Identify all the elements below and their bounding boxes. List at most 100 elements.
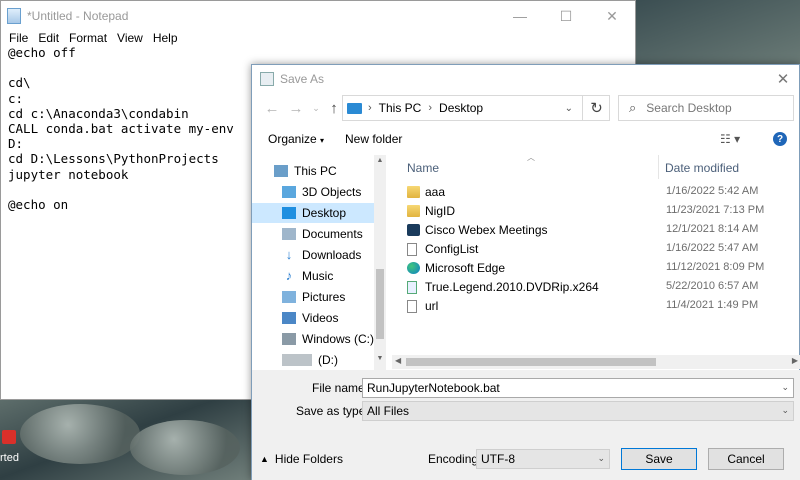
menu-help[interactable]: Help	[153, 31, 178, 45]
save-as-type-value: All Files	[367, 404, 410, 418]
file-date: 5/22/2010 6:57 AM	[666, 280, 759, 292]
chevron-down-icon[interactable]: ⌄	[781, 405, 789, 416]
dialog-titlebar[interactable]: Save As	[252, 65, 799, 93]
scroll-left-icon[interactable]: ◀	[395, 356, 401, 365]
address-bar[interactable]: › This PC › Desktop ⌄	[342, 95, 610, 121]
tree-item-videos[interactable]: Videos	[252, 308, 374, 328]
column-header-name[interactable]: Name	[407, 161, 439, 175]
save-button[interactable]: Save	[621, 448, 697, 470]
column-header-date-modified[interactable]: Date modified	[665, 161, 739, 175]
list-item[interactable]: NigID 11/23/2021 7:13 PM	[407, 202, 797, 221]
scrollbar-thumb[interactable]	[406, 358, 656, 366]
tree-item-label: Downloads	[302, 248, 362, 262]
breadcrumb-desktop[interactable]: Desktop	[439, 101, 483, 115]
menu-format[interactable]: Format	[69, 31, 107, 45]
save-options-panel: File name: RunJupyterNotebook.bat ⌄ Save…	[252, 370, 800, 480]
drive-icon	[282, 333, 296, 345]
chevron-right-icon[interactable]: ›	[428, 102, 432, 114]
organize-button[interactable]: Organize ▾	[268, 132, 324, 146]
file-name-input[interactable]: RunJupyterNotebook.bat ⌄	[362, 378, 794, 398]
tree-item-3d-objects[interactable]: 3D Objects	[252, 182, 374, 202]
list-item[interactable]: ConfigList 1/16/2022 5:47 AM	[407, 240, 797, 259]
list-item[interactable]: Cisco Webex Meetings 12/1/2021 8:14 AM	[407, 221, 797, 240]
hide-folders-button[interactable]: ▲ Hide Folders	[260, 452, 343, 466]
desktop-partial-label: rted	[0, 452, 19, 464]
file-list: ︿ Name Date modified aaa 1/16/2022 5:42 …	[392, 153, 800, 370]
tree-item-documents[interactable]: Documents	[252, 224, 374, 244]
tree-item-desktop[interactable]: Desktop	[252, 203, 374, 223]
column-divider[interactable]	[658, 155, 659, 179]
tree-item-label: Pictures	[302, 290, 346, 304]
notepad-text-area[interactable]: @echo off cd\ c: cd c:\Anaconda3\condabi…	[8, 45, 234, 212]
caret-up-icon: ▲	[260, 454, 269, 464]
file-date: 1/16/2022 5:42 AM	[666, 185, 759, 197]
file-date: 11/4/2021 1:49 PM	[666, 299, 759, 311]
file-date: 1/16/2022 5:47 AM	[666, 242, 759, 254]
scroll-up-icon[interactable]: ▲	[374, 157, 386, 164]
pictures-icon	[282, 291, 296, 303]
save-as-dialog: Save As ✕ ← → ⌄ ↑ › This PC › Desktop ⌄ …	[251, 64, 800, 480]
tree-item-pictures[interactable]: Pictures	[252, 287, 374, 307]
refresh-icon[interactable]: ↻	[582, 95, 610, 121]
desktop-app-icon[interactable]	[2, 430, 16, 444]
view-options-icon[interactable]: ☷ ▾	[720, 132, 740, 146]
scrollbar-thumb[interactable]	[376, 269, 384, 339]
scroll-down-icon[interactable]: ▼	[374, 355, 386, 362]
notepad-caption-buttons: — ☐ ✕	[497, 1, 635, 31]
list-item[interactable]: url 11/4/2021 1:49 PM	[407, 297, 797, 316]
menu-view[interactable]: View	[117, 31, 143, 45]
chevron-down-icon[interactable]: ⌄	[565, 103, 573, 114]
back-arrow-icon[interactable]: ←	[260, 100, 284, 117]
menu-file[interactable]: File	[9, 31, 28, 45]
file-name-value: RunJupyterNotebook.bat	[367, 381, 500, 395]
file-name: True.Legend.2010.DVDRip.x264	[425, 280, 599, 294]
tree-item-label: Windows (C:)	[302, 332, 375, 346]
new-folder-button[interactable]: New folder	[345, 132, 402, 146]
navigation-scrollbar[interactable]: ▲ ▼	[374, 155, 386, 370]
cancel-button[interactable]: Cancel	[708, 448, 784, 470]
download-icon: ↓	[285, 247, 293, 262]
save-as-type-select[interactable]: All Files ⌄	[362, 401, 794, 421]
help-icon[interactable]: ?	[773, 132, 787, 146]
chevron-right-icon[interactable]: ›	[368, 102, 372, 114]
scroll-right-icon[interactable]: ▶	[792, 356, 798, 365]
tree-item-drive-d[interactable]: (D:)	[252, 350, 374, 370]
documents-icon	[282, 228, 296, 240]
maximize-icon[interactable]: ☐	[543, 1, 589, 31]
list-item[interactable]: Microsoft Edge 11/12/2021 8:09 PM	[407, 259, 797, 278]
breadcrumb-this-pc[interactable]: This PC	[379, 101, 422, 115]
file-date: 12/1/2021 8:14 AM	[666, 223, 759, 235]
drive-icon	[282, 354, 312, 366]
desktop-rock	[130, 420, 240, 475]
tree-item-this-pc[interactable]: This PC	[252, 161, 374, 181]
music-icon: ♪	[285, 268, 293, 283]
sort-ascending-icon: ︿	[527, 153, 535, 162]
navigation-pane: This PC 3D Objects Desktop Documents ↓ D…	[252, 155, 386, 370]
folder-icon	[407, 205, 420, 217]
close-icon[interactable]: ✕	[589, 1, 635, 31]
pc-icon	[347, 102, 362, 114]
horizontal-scrollbar[interactable]: ◀ ▶	[392, 355, 800, 369]
tree-item-label: This PC	[294, 164, 337, 178]
encoding-select[interactable]: UTF-8 ⌄	[476, 449, 610, 469]
menu-edit[interactable]: Edit	[38, 31, 59, 45]
file-date: 11/12/2021 8:09 PM	[666, 261, 765, 273]
close-icon[interactable]: ✕	[773, 69, 793, 89]
tree-item-music[interactable]: ♪ Music	[252, 266, 374, 286]
tree-item-label: Documents	[302, 227, 363, 241]
folder-icon	[407, 186, 420, 198]
chevron-down-icon[interactable]: ⌄	[597, 453, 605, 464]
organize-label: Organize	[268, 132, 317, 146]
chevron-down-icon[interactable]: ⌄	[781, 382, 789, 393]
file-name: NigID	[425, 204, 456, 218]
tree-item-windows-c[interactable]: Windows (C:)	[252, 329, 374, 349]
tree-item-downloads[interactable]: ↓ Downloads	[252, 245, 374, 265]
videos-icon	[282, 312, 296, 324]
minimize-icon[interactable]: —	[497, 1, 543, 31]
list-item[interactable]: aaa 1/16/2022 5:42 AM	[407, 183, 797, 202]
notepad-icon	[7, 8, 21, 24]
dialog-icon	[260, 72, 274, 86]
list-item[interactable]: True.Legend.2010.DVDRip.x264 5/22/2010 6…	[407, 278, 797, 297]
search-input[interactable]: ⌕ Search Desktop	[618, 95, 794, 121]
file-name: url	[425, 299, 439, 313]
